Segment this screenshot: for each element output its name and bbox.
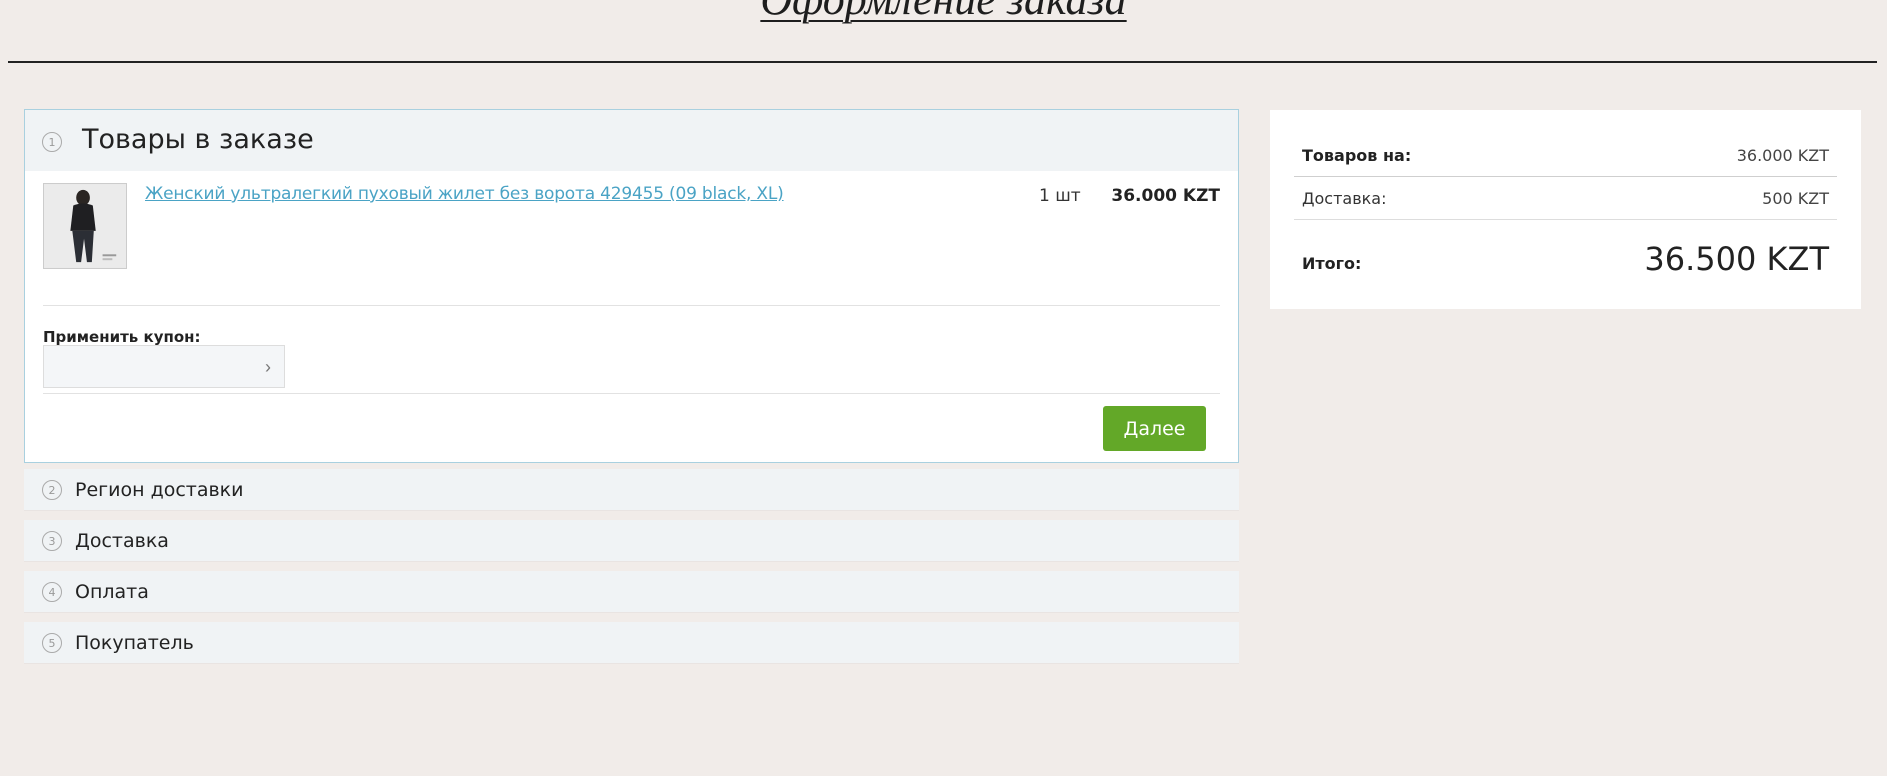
step-delivery-region[interactable]: 2 Регион доставки (24, 469, 1239, 511)
step-number-badge: 2 (42, 480, 62, 500)
summary-total-value: 36.500 KZT (1644, 240, 1829, 278)
step-delivery[interactable]: 3 Доставка (24, 520, 1239, 562)
step-title: Товары в заказе (82, 124, 314, 155)
summary-total-label: Итого: (1302, 254, 1362, 273)
summary-goods-value: 36.000 KZT (1736, 146, 1829, 165)
title-divider (8, 61, 1877, 63)
product-quantity: 1 шт (1039, 186, 1081, 206)
cart-item: Женский ультралегкий пуховый жилет без в… (43, 183, 1220, 303)
page-title: Оформление заказа (0, 0, 1887, 25)
product-photo (44, 184, 126, 268)
summary-goods-label: Товаров на: (1302, 146, 1412, 165)
chevron-right-icon[interactable]: › (260, 358, 276, 376)
step-title: Регион доставки (75, 479, 244, 501)
step-number-badge: 3 (42, 531, 62, 551)
summary-divider (1294, 176, 1837, 177)
step-number-badge: 4 (42, 582, 62, 602)
checkout-steps: 1 Товары в заказе Женский ультралегкий п… (24, 109, 1239, 664)
coupon-field: › (43, 345, 285, 388)
next-button[interactable]: Далее (1103, 406, 1206, 451)
order-summary: Товаров на: 36.000 KZT Доставка: 500 KZT… (1270, 110, 1861, 309)
coupon-label: Применить купон: (43, 328, 201, 346)
product-price: 36.000 KZT (1111, 186, 1220, 206)
coupon-input[interactable] (44, 346, 284, 387)
step-number-badge: 5 (42, 633, 62, 653)
step-cart-header[interactable]: 1 Товары в заказе (25, 110, 1238, 171)
coupon-divider (43, 393, 1220, 394)
product-thumbnail[interactable] (43, 183, 127, 269)
step-title: Покупатель (75, 632, 194, 654)
checkout-page: Оформление заказа 1 Товары в заказе (0, 0, 1887, 776)
step-number-badge: 1 (42, 132, 62, 152)
summary-delivery-value: 500 KZT (1762, 189, 1829, 208)
summary-delivery-label: Доставка: (1302, 189, 1387, 208)
product-name-link[interactable]: Женский ультралегкий пуховый жилет без в… (145, 184, 784, 204)
step-payment[interactable]: 4 Оплата (24, 571, 1239, 613)
summary-divider (1294, 219, 1837, 220)
step-cart: 1 Товары в заказе Женский ультралегкий п… (24, 109, 1239, 463)
item-divider (43, 305, 1220, 306)
step-buyer[interactable]: 5 Покупатель (24, 622, 1239, 664)
step-title: Доставка (75, 530, 169, 552)
step-title: Оплата (75, 581, 149, 603)
